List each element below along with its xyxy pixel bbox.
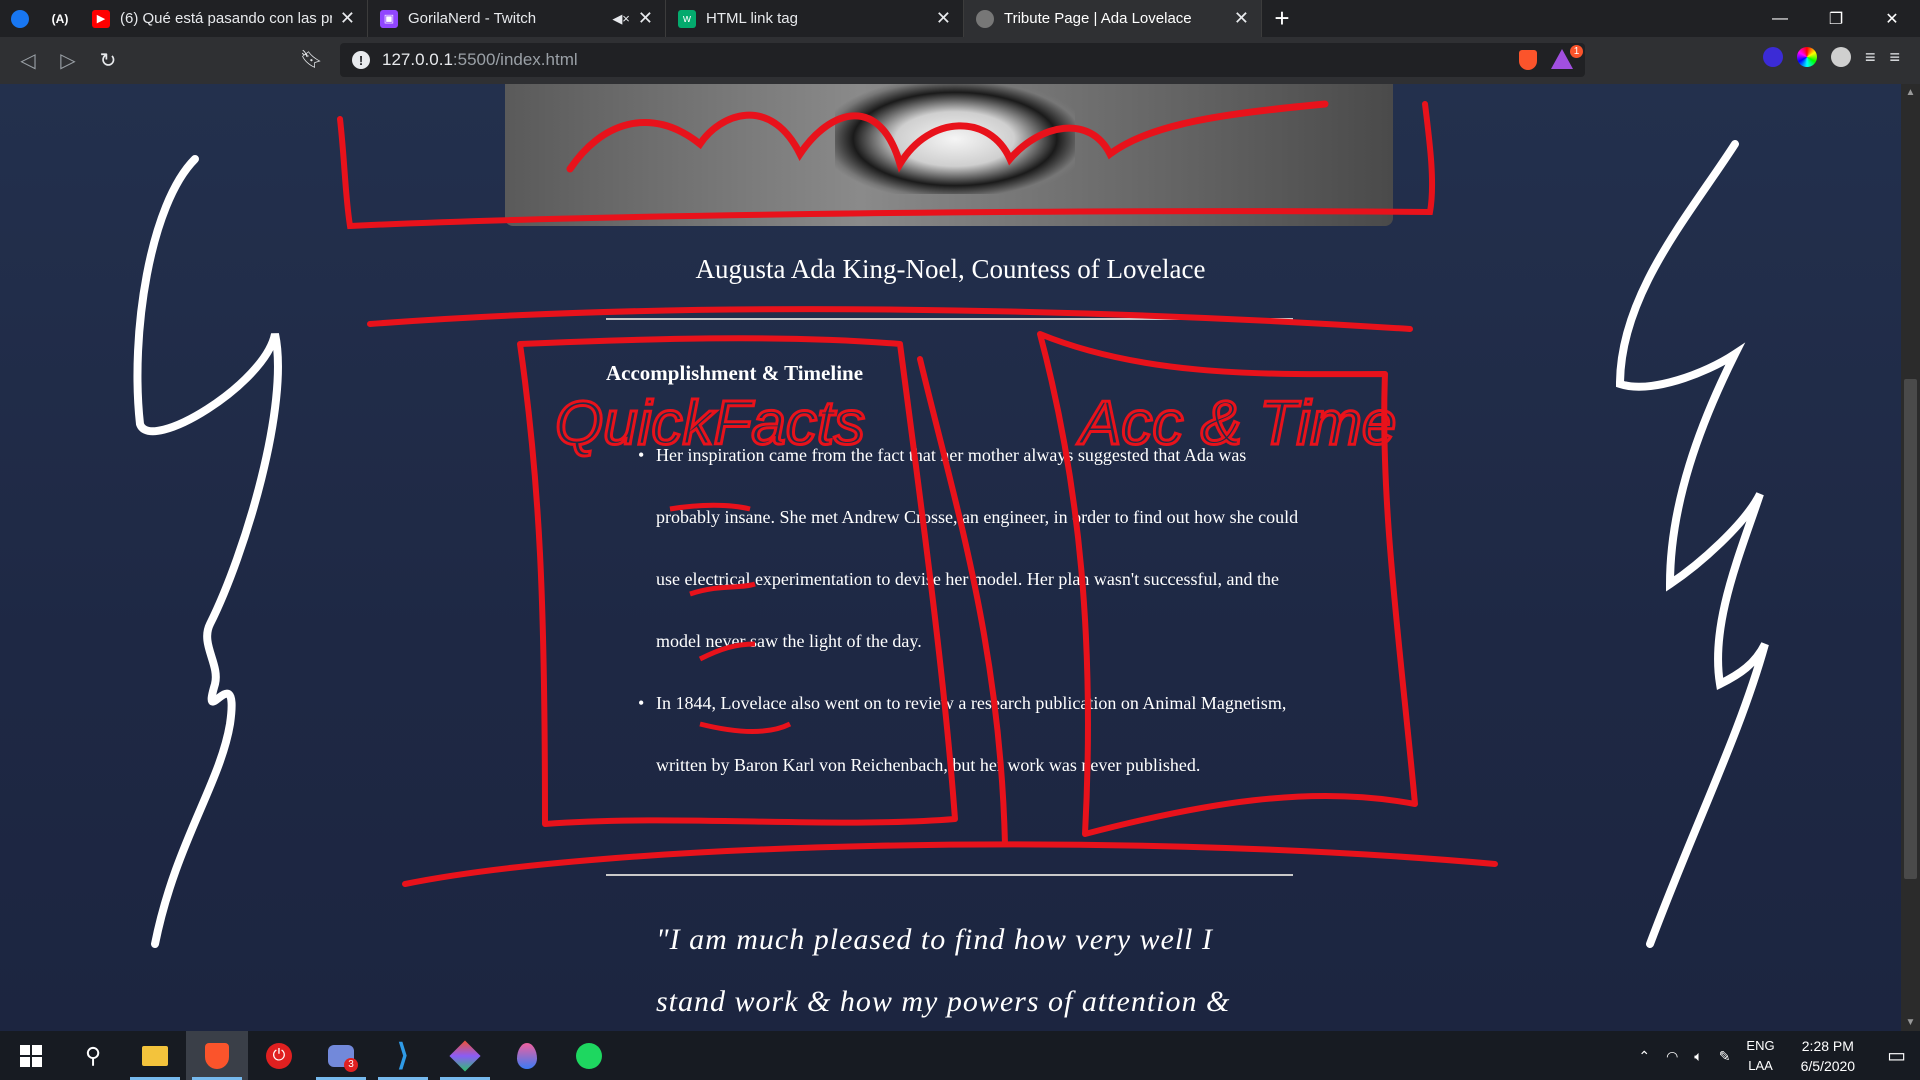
language-indicator[interactable]: ENG LAA	[1738, 1036, 1782, 1076]
window-close-icon[interactable]: ✕	[1864, 0, 1920, 37]
windows-start-icon	[20, 1044, 42, 1067]
quote: "I am much pleased to find how very well…	[656, 923, 1231, 1018]
vscode-icon: ⟩	[397, 1039, 409, 1072]
window-controls: — ❐ ✕	[1752, 0, 1920, 37]
search-icon: ⚲	[84, 1042, 102, 1068]
git-icon	[449, 1039, 481, 1072]
tab-title: (6) Qué está pasando con las prote	[120, 10, 332, 27]
search-button[interactable]: ⚲	[62, 1031, 124, 1080]
divider	[606, 874, 1293, 876]
lang-primary: ENG	[1746, 1037, 1775, 1053]
discord-badge: 3	[344, 1058, 358, 1072]
close-icon[interactable]: ✕	[1234, 8, 1249, 29]
close-icon[interactable]: ✕	[936, 8, 951, 29]
network-icon[interactable]: ◠	[1658, 1046, 1686, 1066]
chevron-up-icon[interactable]: ⌃	[1630, 1046, 1658, 1066]
lang-secondary: LAA	[1748, 1057, 1773, 1073]
reload-icon[interactable]: ↻	[88, 48, 128, 73]
tab-bar: (A) ▶ (6) Qué está pasando con las prote…	[0, 0, 1920, 37]
section-title: Accomplishment & Timeline	[606, 361, 864, 385]
close-icon[interactable]: ✕	[340, 8, 355, 29]
rewards-badge: 1	[1570, 45, 1583, 58]
spotify-icon	[576, 1042, 602, 1069]
browser-toolbar: ◁ ▷ ↻ 🔖︎ ! 127.0.0.1:5500/index.html 1 ≡…	[0, 37, 1920, 84]
menu-icon[interactable]: ≡	[1889, 47, 1900, 68]
address-bar[interactable]: ! 127.0.0.1:5500/index.html 1	[340, 43, 1585, 77]
red-bottom-line	[402, 841, 1498, 887]
brave-shields-icon[interactable]	[1519, 50, 1537, 70]
clock-date: 6/5/2020	[1800, 1057, 1856, 1074]
tab-tribute-page[interactable]: Tribute Page | Ada Lovelace ✕	[964, 0, 1262, 37]
brave-icon	[205, 1042, 229, 1069]
color-picker-icon[interactable]	[1796, 47, 1817, 67]
restore-icon[interactable]: ❐	[1808, 0, 1864, 37]
ada-lovelace-image	[505, 84, 1393, 226]
youtube-icon: ▶	[92, 9, 110, 28]
twitch-icon: ▣	[380, 9, 398, 28]
close-icon[interactable]: ✕	[638, 8, 653, 29]
back-icon[interactable]: ◁	[8, 48, 48, 73]
globe-icon	[976, 9, 994, 28]
extension-icon[interactable]	[1762, 47, 1783, 67]
freecodecamp-icon: (A)	[51, 11, 69, 26]
messenger-icon	[11, 9, 29, 28]
info-icon[interactable]: !	[352, 51, 370, 69]
power-app-icon: ⏻	[266, 1042, 292, 1069]
taskbar-git[interactable]	[434, 1031, 496, 1080]
taskbar-brave[interactable]	[186, 1031, 248, 1080]
page-scrollbar[interactable]: ▲ ▼	[1901, 84, 1920, 1031]
volume-icon[interactable]: 🔈︎	[1686, 1046, 1710, 1066]
page-content: Augusta Ada King-Noel, Countess of Lovel…	[0, 84, 1901, 1031]
timeline-list: Her inspiration came from the fact that …	[638, 424, 1306, 796]
scroll-up-icon[interactable]: ▲	[1901, 87, 1920, 98]
image-caption: Augusta Ada King-Noel, Countess of Lovel…	[695, 254, 1206, 284]
list-item: Her inspiration came from the fact that …	[638, 424, 1306, 672]
tab-youtube[interactable]: ▶ (6) Qué está pasando con las prote ✕	[80, 0, 368, 37]
pinned-tab-freecodecamp[interactable]: (A)	[40, 0, 80, 37]
tab-title: Tribute Page | Ada Lovelace	[1004, 10, 1192, 27]
notifications-icon[interactable]: ▭	[1873, 1046, 1920, 1066]
taskbar-discord[interactable]: 3	[310, 1031, 372, 1080]
scroll-down-icon[interactable]: ▼	[1901, 1017, 1920, 1028]
taskbar-power-app[interactable]: ⏻	[248, 1031, 310, 1080]
extensions: ≡ ≡	[1762, 47, 1900, 68]
tab-title: GorilaNerd - Twitch	[408, 10, 537, 27]
forward-icon[interactable]: ▷	[48, 48, 88, 73]
divider	[606, 318, 1293, 320]
speaker-muted-icon[interactable]: ◀×	[612, 11, 630, 27]
pinned-tab-messenger[interactable]	[0, 0, 40, 37]
tab-html-link-tag[interactable]: w HTML link tag ✕	[666, 0, 964, 37]
pen-icon[interactable]: ✎	[1711, 1046, 1739, 1066]
w3schools-icon: w	[678, 9, 696, 28]
minimize-icon[interactable]: —	[1752, 0, 1808, 37]
tab-title: HTML link tag	[706, 10, 798, 27]
image-figure	[835, 84, 1075, 194]
url-path: :5500/index.html	[452, 50, 578, 69]
dark-reader-icon[interactable]	[1830, 47, 1851, 67]
url-host: 127.0.0.1	[382, 50, 453, 69]
windows-taskbar: ⚲ ⏻ 3 ⟩ ⌃ ◠ 🔈︎ ✎ ENG LAA 2:28 PM 6/5/202…	[0, 1031, 1920, 1080]
taskbar-file-explorer[interactable]	[124, 1031, 186, 1080]
bookmark-icon[interactable]: 🔖︎	[300, 49, 323, 70]
paint-drop-icon	[517, 1042, 537, 1069]
clock[interactable]: 2:28 PM 6/5/2020	[1783, 1036, 1874, 1076]
list-item: In 1844, Lovelace also went on to review…	[638, 672, 1306, 796]
system-tray: ⌃ ◠ 🔈︎ ✎ ENG LAA 2:28 PM 6/5/2020 ▭	[1630, 1031, 1920, 1080]
start-button[interactable]	[0, 1031, 62, 1080]
media-control-icon[interactable]: ≡	[1865, 47, 1876, 68]
clock-time: 2:28 PM	[1801, 1037, 1854, 1054]
new-tab-button[interactable]: +	[1262, 3, 1302, 34]
file-explorer-icon	[142, 1045, 168, 1066]
scroll-thumb[interactable]	[1904, 379, 1917, 879]
tab-twitch[interactable]: ▣ GorilaNerd - Twitch ◀× ✕	[368, 0, 666, 37]
taskbar-paint-drop[interactable]	[496, 1031, 558, 1080]
taskbar-vscode[interactable]: ⟩	[372, 1031, 434, 1080]
taskbar-spotify[interactable]	[558, 1031, 620, 1080]
